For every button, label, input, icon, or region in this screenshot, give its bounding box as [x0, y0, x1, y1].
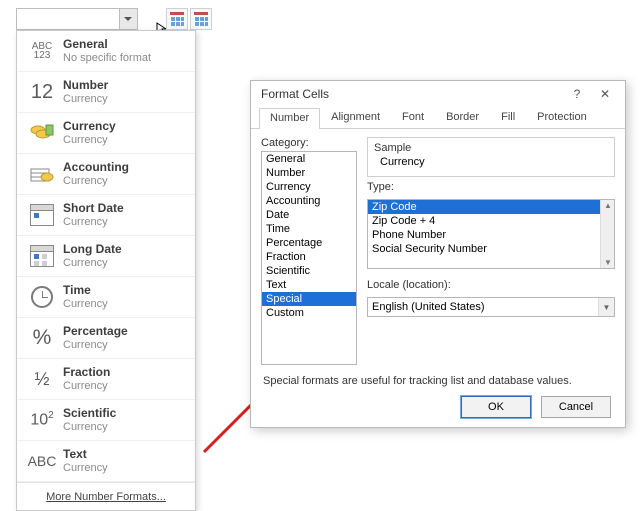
ribbon-fragment: [16, 8, 212, 30]
long-date-icon: [30, 245, 54, 267]
format-description: Special formats are useful for tracking …: [251, 369, 625, 387]
close-button[interactable]: ✕: [591, 84, 619, 104]
option-title: Time: [63, 284, 108, 298]
type-label: Type:: [367, 181, 615, 193]
short-date-icon: [30, 204, 54, 226]
option-sub: No specific format: [63, 52, 151, 65]
option-sub: Currency: [63, 380, 110, 393]
ok-button[interactable]: OK: [461, 396, 531, 418]
tab-number[interactable]: Number: [259, 108, 320, 129]
type-option[interactable]: Social Security Number: [368, 242, 614, 256]
dialog-tabs: Number Alignment Font Border Fill Protec…: [251, 107, 625, 129]
format-option-general[interactable]: ABC123 GeneralNo specific format: [17, 31, 195, 72]
fraction-icon: ½: [34, 369, 49, 390]
general-icon: ABC123: [32, 42, 53, 60]
category-option[interactable]: General: [262, 152, 356, 166]
format-option-short-date[interactable]: Short DateCurrency: [17, 195, 195, 236]
option-sub: Currency: [63, 93, 108, 106]
category-option[interactable]: Special: [262, 292, 356, 306]
sample-label: Sample: [374, 142, 608, 154]
percent-icon: %: [33, 326, 52, 350]
category-option[interactable]: Custom: [262, 306, 356, 320]
option-sub: Currency: [63, 257, 122, 270]
dialog-titlebar[interactable]: Format Cells ? ✕: [251, 81, 625, 107]
tab-alignment[interactable]: Alignment: [320, 107, 391, 128]
number-format-dropdown: ABC123 GeneralNo specific format 12 Numb…: [16, 30, 196, 511]
format-option-text[interactable]: ABC TextCurrency: [17, 441, 195, 482]
category-listbox[interactable]: GeneralNumberCurrencyAccountingDateTimeP…: [261, 151, 357, 365]
category-option[interactable]: Date: [262, 208, 356, 222]
tab-font[interactable]: Font: [391, 107, 435, 128]
category-option[interactable]: Number: [262, 166, 356, 180]
help-button[interactable]: ?: [563, 84, 591, 104]
category-option[interactable]: Accounting: [262, 194, 356, 208]
option-sub: Currency: [63, 339, 128, 352]
option-title: Number: [63, 79, 108, 93]
category-option[interactable]: Fraction: [262, 250, 356, 264]
option-title: Short Date: [63, 202, 124, 216]
table-icon: [194, 12, 208, 26]
type-option[interactable]: Zip Code: [368, 200, 614, 214]
format-option-accounting[interactable]: Accounting Currency: [17, 154, 195, 195]
category-option[interactable]: Scientific: [262, 264, 356, 278]
option-title: Long Date: [63, 243, 122, 257]
type-listbox[interactable]: Zip CodeZip Code + 4Phone NumberSocial S…: [367, 199, 615, 269]
option-sub: Currency: [63, 216, 124, 229]
format-option-percentage[interactable]: % PercentageCurrency: [17, 318, 195, 359]
format-option-number[interactable]: 12 NumberCurrency: [17, 72, 195, 113]
currency-icon: [21, 122, 63, 144]
category-option[interactable]: Percentage: [262, 236, 356, 250]
table-color-icon: [170, 12, 184, 26]
option-title: Currency: [63, 120, 116, 134]
format-cells-dialog: Format Cells ? ✕ Number Alignment Font B…: [250, 80, 626, 428]
dropdown-arrow-icon[interactable]: [119, 9, 137, 29]
format-as-table-button[interactable]: [190, 8, 212, 30]
option-title: Text: [63, 448, 108, 462]
type-option[interactable]: Zip Code + 4: [368, 214, 614, 228]
scientific-icon: 102: [30, 410, 53, 429]
format-option-scientific[interactable]: 102 ScientificCurrency: [17, 400, 195, 441]
locale-label: Locale (location):: [367, 279, 615, 291]
category-option[interactable]: Time: [262, 222, 356, 236]
option-title: Fraction: [63, 366, 110, 380]
option-sub: Currency: [63, 175, 129, 188]
option-title: Scientific: [63, 407, 116, 421]
sample-box: Sample Currency: [367, 137, 615, 177]
conditional-formatting-button[interactable]: [166, 8, 188, 30]
dialog-title: Format Cells: [261, 87, 329, 101]
number-icon: 12: [31, 81, 53, 104]
tab-protection[interactable]: Protection: [526, 107, 598, 128]
option-title: Percentage: [63, 325, 128, 339]
format-option-time[interactable]: TimeCurrency: [17, 277, 195, 318]
text-icon: ABC: [28, 453, 57, 469]
format-option-long-date[interactable]: Long DateCurrency: [17, 236, 195, 277]
cancel-button[interactable]: Cancel: [541, 396, 611, 418]
format-option-fraction[interactable]: ½ FractionCurrency: [17, 359, 195, 400]
option-title: Accounting: [63, 161, 129, 175]
option-sub: Currency: [63, 421, 116, 434]
tab-fill[interactable]: Fill: [490, 107, 526, 128]
locale-select[interactable]: English (United States) ▼: [367, 297, 615, 317]
accounting-icon: [21, 163, 63, 185]
category-option[interactable]: Text: [262, 278, 356, 292]
option-title: General: [63, 38, 151, 52]
combo-text: [17, 9, 119, 29]
type-option[interactable]: Phone Number: [368, 228, 614, 242]
tab-border[interactable]: Border: [435, 107, 490, 128]
chevron-down-icon: ▼: [598, 298, 614, 316]
option-sub: Currency: [63, 134, 116, 147]
locale-value: English (United States): [372, 301, 485, 313]
clock-icon: [31, 286, 53, 308]
number-format-combo[interactable]: [16, 8, 138, 30]
scrollbar[interactable]: [600, 200, 614, 268]
option-sub: Currency: [63, 298, 108, 311]
option-sub: Currency: [63, 462, 108, 475]
category-label: Category:: [261, 137, 357, 149]
category-option[interactable]: Currency: [262, 180, 356, 194]
sample-value: Currency: [374, 154, 608, 168]
format-option-currency[interactable]: CurrencyCurrency: [17, 113, 195, 154]
